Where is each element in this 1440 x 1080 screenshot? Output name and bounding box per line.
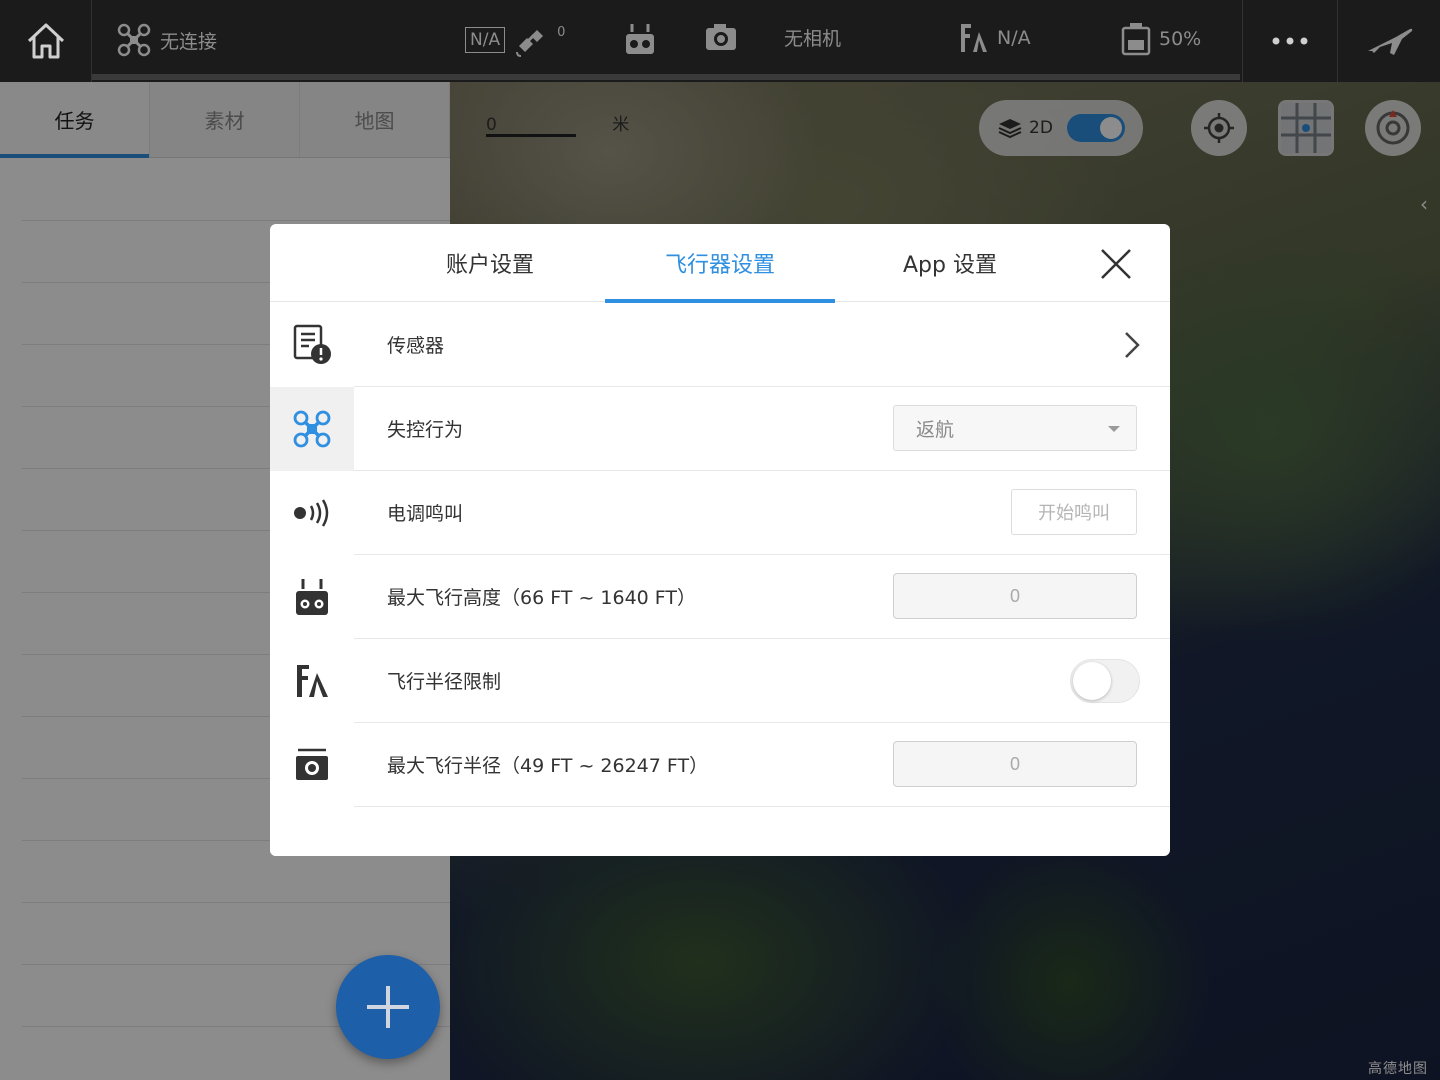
remote-controller-icon <box>296 579 328 615</box>
chevron-right-icon <box>1125 332 1140 358</box>
gps-status: N/A 0 <box>465 22 565 58</box>
chevron-down-icon <box>1108 426 1120 432</box>
sidebar-item-more[interactable] <box>270 807 354 856</box>
drone-icon <box>293 410 331 448</box>
battery-status: 50% <box>1121 22 1201 56</box>
remote-controller-icon <box>626 24 654 54</box>
max-radius-label: 最大飞行半径（49 FT ~ 26247 FT） <box>387 755 709 777</box>
sidebar-item-remote[interactable] <box>270 555 354 639</box>
sidebar-item-aircraft[interactable] <box>270 387 354 471</box>
gps-box-value: N/A <box>465 27 506 53</box>
settings-tabs: 账户设置 飞行器设置 App 设置 <box>270 224 1170 303</box>
failsafe-value: 返航 <box>916 418 955 441</box>
sidebar-item-beep[interactable] <box>270 471 354 555</box>
camera-label: 无相机 <box>784 27 842 50</box>
flight-mode-icon <box>961 24 987 52</box>
radius-limit-label: 飞行半径限制 <box>387 671 502 693</box>
top-status-bar: 无连接 N/A 0 无相机 N/A 50% <box>0 0 1440 82</box>
sidebar-item-camera[interactable] <box>270 723 354 807</box>
sensor-label: 传感器 <box>387 335 445 357</box>
battery-icon <box>1121 23 1151 56</box>
camera-status: 无相机 <box>704 22 841 52</box>
connection-label: 无连接 <box>160 30 218 53</box>
close-icon <box>1101 249 1131 279</box>
failsafe-label: 失控行为 <box>387 419 464 441</box>
checklist-warning-icon <box>293 324 331 364</box>
tab-aircraft-settings[interactable]: 飞行器设置 <box>605 224 835 303</box>
row-max-altitude: 最大飞行高度（66 FT ~ 1640 FT） <box>354 555 1170 639</box>
camera-icon <box>706 24 736 50</box>
battery-value: 50% <box>1159 28 1202 50</box>
home-button[interactable] <box>0 0 92 82</box>
radius-limit-toggle[interactable] <box>1070 659 1140 703</box>
row-esc-beep: 电调鸣叫 开始鸣叫 <box>354 471 1170 555</box>
flight-mode-value: N/A <box>997 27 1031 49</box>
satellite-count: 0 <box>557 24 566 40</box>
max-radius-input[interactable] <box>893 741 1137 787</box>
start-beep-button[interactable]: 开始鸣叫 <box>1011 489 1137 535</box>
max-altitude-input[interactable] <box>893 573 1137 619</box>
camera-icon <box>296 748 328 780</box>
sidebar-item-checklist[interactable] <box>270 303 354 387</box>
row-max-radius: 最大飞行半径（49 FT ~ 26247 FT） <box>354 723 1170 807</box>
add-mission-button[interactable] <box>336 955 440 1059</box>
row-radius-limit: 飞行半径限制 <box>354 639 1170 723</box>
max-altitude-label: 最大飞行高度（66 FT ~ 1640 FT） <box>387 587 697 609</box>
remote-status <box>624 22 656 58</box>
airplane-icon <box>1368 28 1413 55</box>
tab-app-settings[interactable]: App 设置 <box>835 224 1065 302</box>
settings-sidebar <box>270 303 354 856</box>
beep-icon <box>294 499 329 527</box>
row-failsafe: 失控行为 返航 <box>354 387 1170 471</box>
more-icon <box>293 855 331 856</box>
esc-beep-label: 电调鸣叫 <box>387 503 464 525</box>
tab-account-settings[interactable]: 账户设置 <box>375 224 605 302</box>
fly-button[interactable] <box>1340 0 1440 82</box>
flight-mode-status: N/A <box>957 22 1031 54</box>
satellite-icon <box>516 30 544 57</box>
settings-dialog: 账户设置 飞行器设置 App 设置 传感器 失控行为 返航 电调鸣叫 开始鸣叫 … <box>270 224 1170 856</box>
flight-mode-icon <box>297 665 328 697</box>
failsafe-select[interactable]: 返航 <box>893 405 1137 451</box>
sidebar-item-flight-mode[interactable] <box>270 639 354 723</box>
more-button[interactable] <box>1242 0 1338 82</box>
row-sensor[interactable]: 传感器 <box>354 303 1170 387</box>
drone-icon <box>117 23 151 57</box>
more-icon <box>1272 37 1308 45</box>
home-icon <box>27 23 64 59</box>
plus-icon <box>367 986 409 1028</box>
top-bar-divider <box>92 74 1240 80</box>
close-button[interactable] <box>1096 244 1136 284</box>
settings-list: 传感器 失控行为 返航 电调鸣叫 开始鸣叫 最大飞行高度（66 FT ~ 164… <box>354 303 1170 856</box>
connection-status: 无连接 <box>116 22 217 58</box>
